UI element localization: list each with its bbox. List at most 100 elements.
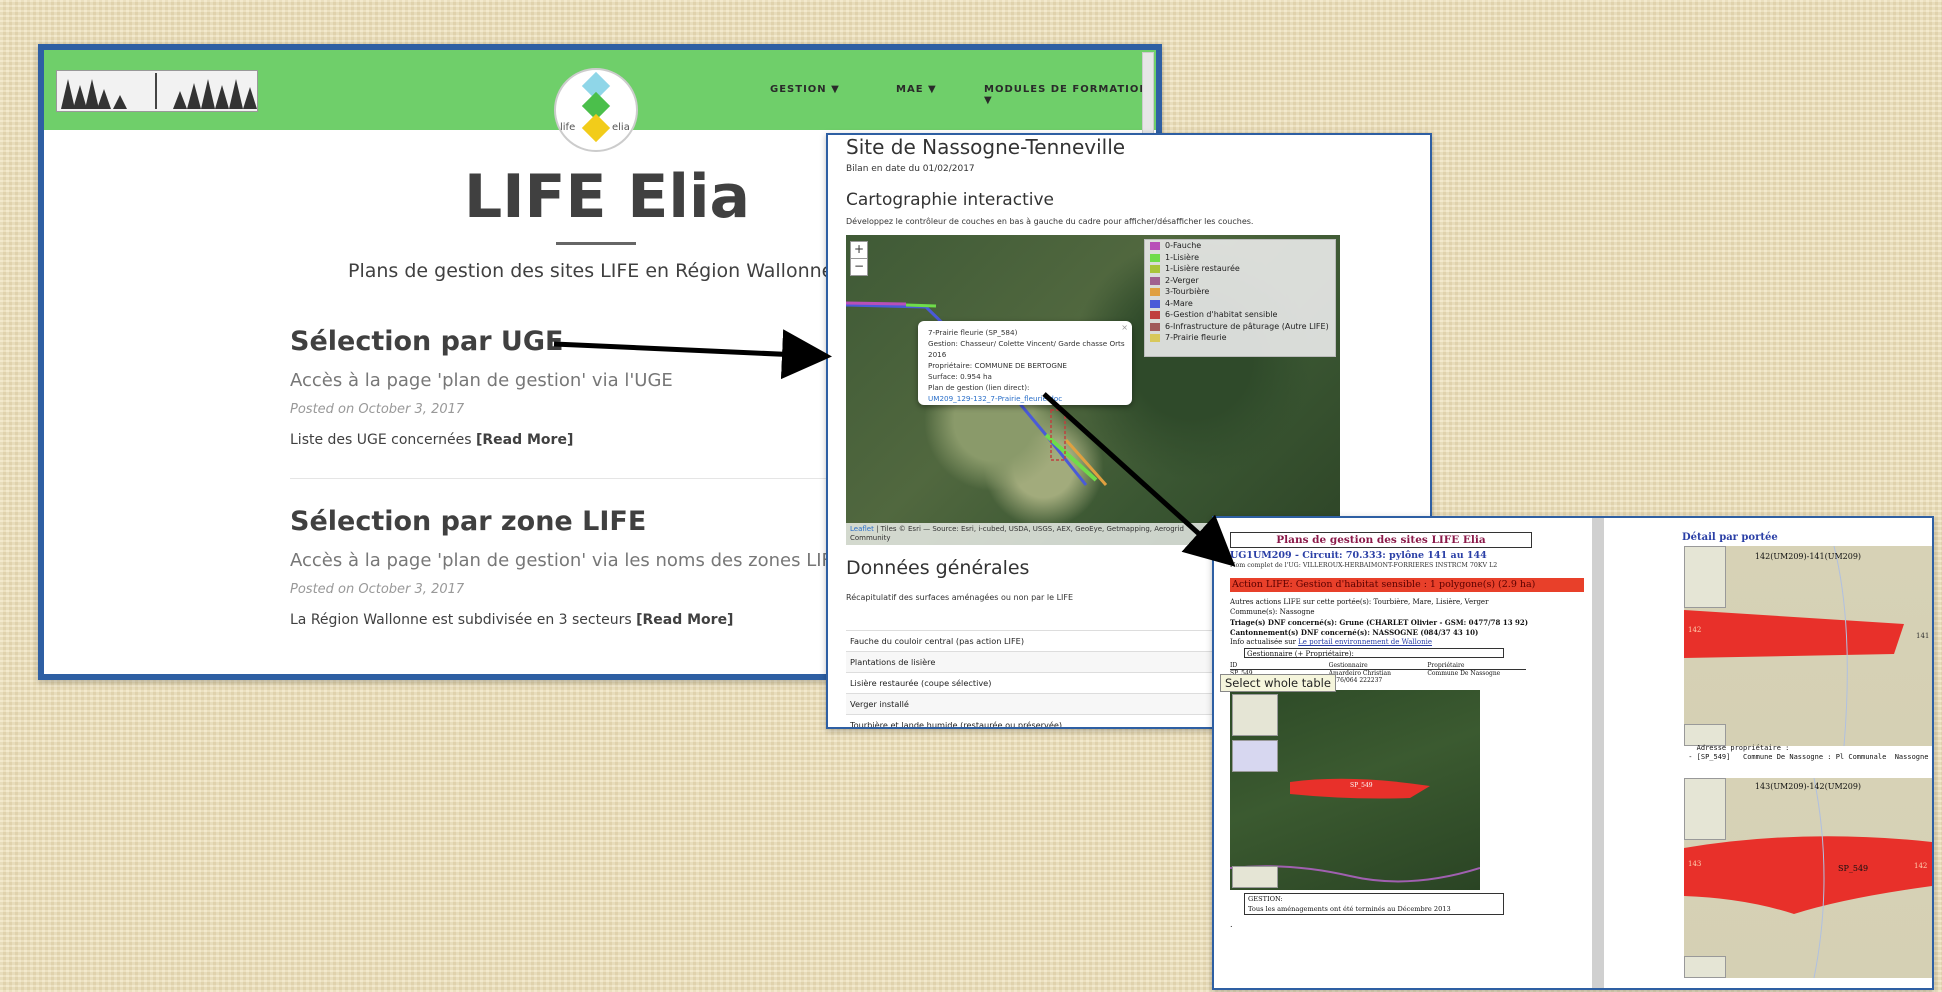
- span-map-1: 142(UM209)-141(UM209) 142 141: [1684, 546, 1932, 746]
- map-legend[interactable]: 0-Fauche 1-Lisière 1-Lisière restaurée 2-Ve…: [1144, 239, 1336, 357]
- site-title: LIFE Elia: [464, 162, 751, 232]
- gestionnaire-label: Gestionnaire (+ Propriétaire):: [1244, 648, 1504, 658]
- post-excerpt-text: Liste des UGE concernées: [290, 432, 472, 448]
- post-meta-uge: Posted on October 3, 2017: [290, 402, 465, 417]
- post-excerpt-zone: La Région Wallonne est subdivisée en 3 s…: [290, 612, 733, 628]
- uge-heading: UG1UM209 - Circuit: 70.333: pylône 141 a…: [1230, 550, 1487, 561]
- legend-item: 4-Mare: [1145, 298, 1335, 310]
- map-instructions: Développez le contrôleur de couches en b…: [846, 217, 1254, 226]
- popup-line: 2016: [928, 350, 947, 359]
- popup-line: Propriétaire: COMMUNE DE BERTOGNE: [928, 361, 1067, 370]
- legend-swatch: [1150, 265, 1160, 273]
- span-polygon-2: [1684, 778, 1932, 978]
- banner-image[interactable]: [56, 70, 258, 112]
- site-subtitle: Plans de gestion des sites LIFE en Régio…: [348, 260, 834, 282]
- zoom-out-button[interactable]: −: [850, 258, 868, 276]
- leaflet-link[interactable]: Leaflet: [850, 525, 874, 533]
- read-more-link[interactable]: [Read More]: [476, 432, 573, 448]
- attribution-line2: Community: [850, 534, 891, 542]
- post-subtitle-zone[interactable]: Accès à la page 'plan de gestion' via le…: [290, 550, 843, 571]
- document-page-right: Détail par portée 142(UM209)-141(UM209) …: [1604, 518, 1932, 988]
- map-legend-mini: [1232, 866, 1278, 888]
- map-legend-mini: [1684, 956, 1726, 978]
- legend-label: 6-Gestion d'habitat sensible: [1165, 310, 1278, 319]
- document-title: Plans de gestion des sites LIFE Elia: [1230, 532, 1532, 548]
- zoom-in-button[interactable]: +: [850, 241, 868, 259]
- doc-line: Cantonnement(s) DNF concerné(s): NASSOGN…: [1230, 628, 1479, 637]
- attribution-text: | Tiles © Esri — Source: Esri, i-cubed, …: [873, 525, 1184, 533]
- legend-swatch: [1150, 334, 1160, 342]
- popup-document-link[interactable]: UM209_129-132_7-Prairie_fleurie.doc: [928, 393, 1122, 404]
- action-banner: Action LIFE: Gestion d'habitat sensible …: [1230, 578, 1584, 592]
- nav-mae[interactable]: MAE ▼: [896, 84, 937, 95]
- legend-item: 7-Prairie fleurie: [1145, 332, 1335, 344]
- post-divider: [290, 478, 890, 479]
- legend-item: 2-Verger: [1145, 275, 1335, 287]
- th-proprietaire: Propriétaire: [1427, 662, 1465, 669]
- doc-dot: .: [1230, 920, 1233, 929]
- document-window: Plans de gestion des sites LIFE Elia UG1…: [1212, 516, 1934, 990]
- legend-label: 6-Infrastructure de pâturage (Autre LIFE…: [1165, 321, 1329, 331]
- select-table-tooltip[interactable]: Select whole table: [1220, 674, 1336, 692]
- portal-link[interactable]: Le portail environnement de Wallonie: [1298, 638, 1432, 646]
- pylon-label: 142: [1688, 626, 1702, 634]
- popup-line: 7-Prairie fleurie (SP_584): [928, 328, 1018, 337]
- doc-line: Autres actions LIFE sur cette portée(s):…: [1230, 598, 1489, 606]
- polygon-label: SP_549: [1350, 782, 1373, 789]
- info-prefix: Info actualisée sur: [1230, 638, 1296, 646]
- post-subtitle-uge[interactable]: Accès à la page 'plan de gestion' via l'…: [290, 370, 673, 391]
- interactive-map[interactable]: + − 0-Fauche 1-Lisière 1-Lisière restaurée…: [846, 235, 1340, 545]
- legend-label: 4-Mare: [1165, 298, 1193, 308]
- span-polygon-1: [1684, 546, 1904, 746]
- read-more-link[interactable]: [Read More]: [636, 612, 733, 628]
- span-map-2: 143(UM209)-142(UM209) 143 SP_549 142: [1684, 778, 1932, 978]
- table-cell: Commune De Nassogne: [1427, 670, 1501, 677]
- legend-item: 3-Tourbière: [1145, 286, 1335, 298]
- post-excerpt-text: La Région Wallonne est subdivisée en 3 s…: [290, 612, 632, 628]
- legend-label: 1-Lisière restaurée: [1165, 264, 1240, 273]
- site-name-heading: Site de Nassogne-Tenneville: [846, 135, 1126, 159]
- logo-text-right: elia: [612, 122, 630, 133]
- page-separator: [1592, 518, 1604, 988]
- nav-modules-formation[interactable]: MODULES DE FORMATION ▼: [984, 84, 1156, 106]
- legend-item: 6-Gestion d'habitat sensible: [1145, 309, 1335, 321]
- uge-full-name: Nom complet de l'UG: VILLEROUX-HERBAIMON…: [1230, 562, 1498, 569]
- life-elia-logo[interactable]: life elia: [554, 68, 638, 152]
- navbar: life elia GESTION ▼ MAE ▼ MODULES DE FOR…: [44, 50, 1156, 152]
- table-cell: [1427, 677, 1526, 684]
- popup-line: Surface: 0.954 ha: [928, 372, 992, 381]
- gestion-box: GESTION: Tous les aménagements ont été t…: [1244, 893, 1504, 915]
- post-title-uge[interactable]: Sélection par UGE: [290, 326, 563, 357]
- legend-swatch: [1150, 322, 1160, 331]
- legend-label: 1-Lisière: [1165, 252, 1200, 262]
- pylon-label: 143: [1688, 860, 1702, 868]
- table-header: ID Gestionnaire Propriétaire: [1230, 662, 1526, 670]
- span-caption: 143(UM209)-142(UM209): [1754, 782, 1862, 791]
- gestion-text: Tous les aménagements ont été terminés a…: [1248, 905, 1451, 913]
- post-title-zone[interactable]: Sélection par zone LIFE: [290, 506, 646, 537]
- doc-line: Triage(s) DNF concerné(s): Grune (CHARLE…: [1230, 618, 1529, 627]
- polygon-label: SP_549: [1838, 864, 1869, 873]
- document-page-left: Plans de gestion des sites LIFE Elia UG1…: [1214, 518, 1592, 988]
- legend-swatch: [1150, 299, 1160, 308]
- table-cell: 0476/064 222237: [1328, 677, 1383, 684]
- legend-swatch: [1150, 311, 1160, 319]
- title-divider: [556, 242, 636, 245]
- pylon-label: 142: [1914, 862, 1928, 870]
- section-heading-data: Données générales: [846, 557, 1030, 579]
- map-legend-mini: [1684, 724, 1726, 746]
- post-excerpt-uge: Liste des UGE concernées [Read More]: [290, 432, 573, 448]
- logo-text-left: life: [560, 122, 576, 133]
- popup-close-icon[interactable]: ×: [1121, 323, 1128, 332]
- popup-line: Plan de gestion (lien direct):: [928, 383, 1030, 392]
- legend-swatch: [1150, 276, 1160, 285]
- nav-gestion[interactable]: GESTION ▼: [770, 84, 840, 95]
- legend-label: 3-Tourbière: [1165, 287, 1210, 296]
- doc-line: Commune(s): Nassogne: [1230, 608, 1315, 616]
- legend-label: 2-Verger: [1165, 275, 1199, 285]
- legend-label: 0-Fauche: [1165, 241, 1202, 250]
- legend-label: 7-Prairie fleurie: [1165, 333, 1227, 342]
- gestion-title: GESTION:: [1248, 895, 1283, 903]
- owner-address: Adresse propriétaire : - [SP_549] Commun…: [1688, 744, 1929, 761]
- legend-swatch: [1150, 242, 1160, 250]
